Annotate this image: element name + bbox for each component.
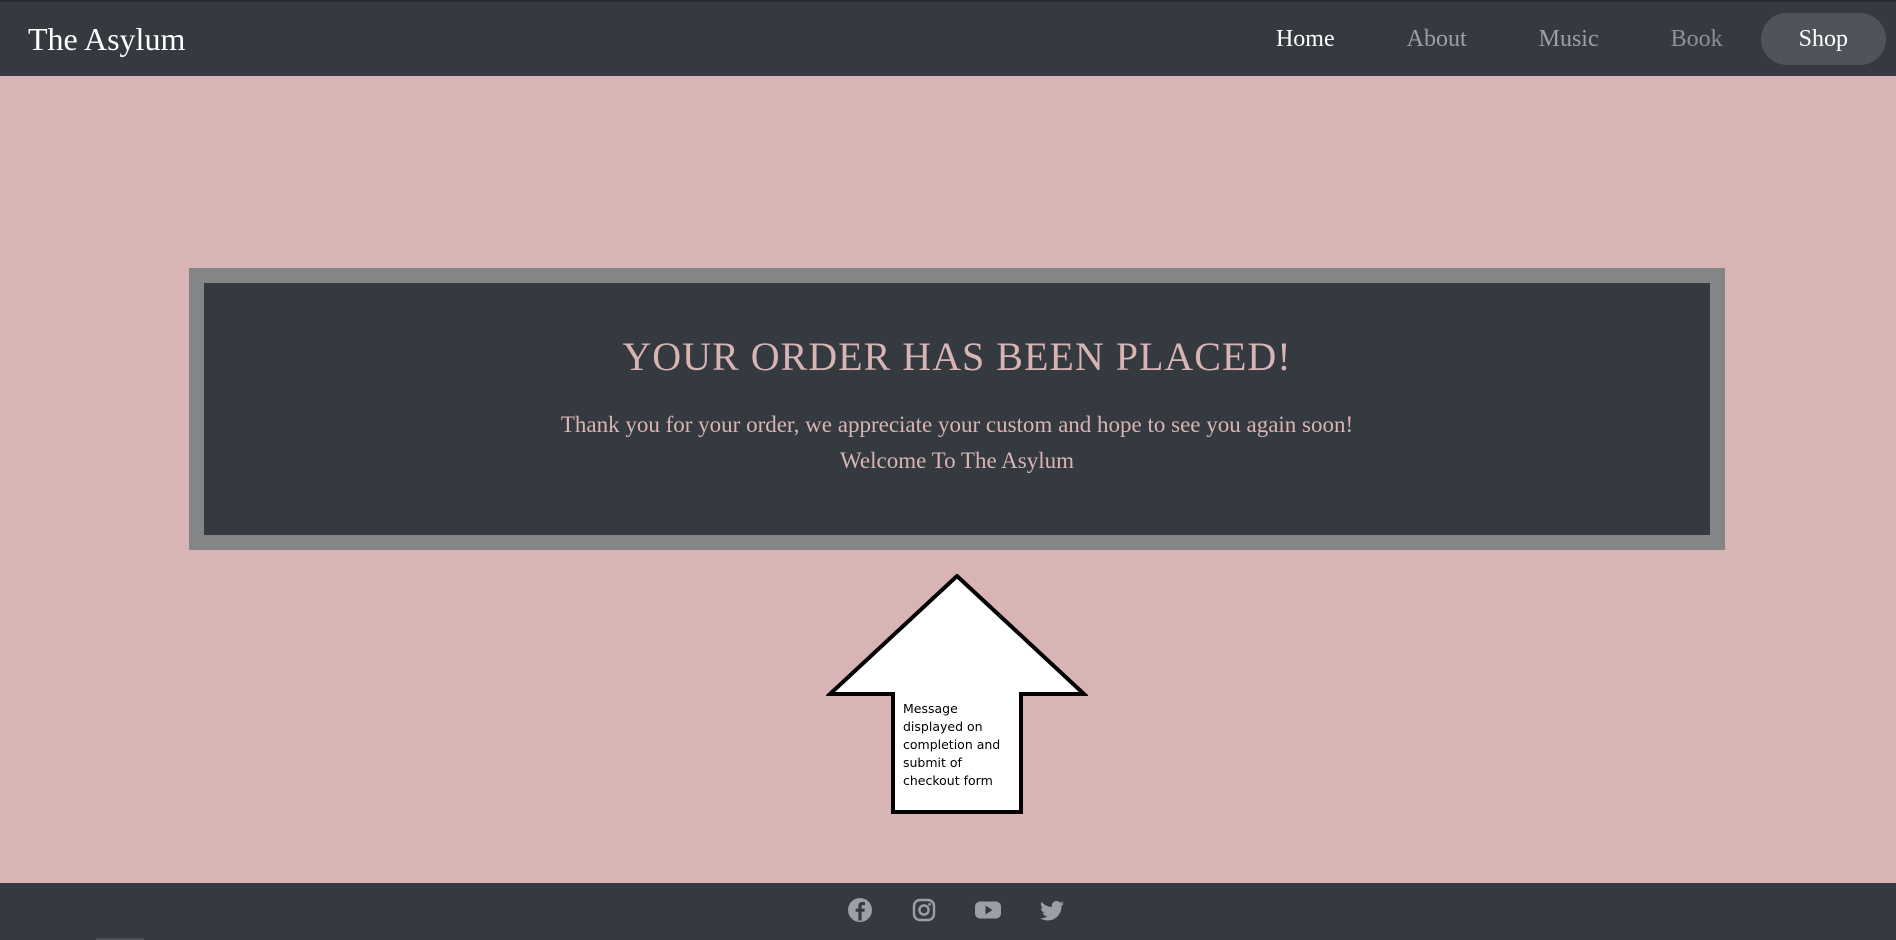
nav-link-shop[interactable]: Shop <box>1760 13 1886 65</box>
annotation-line-4: submit of <box>903 755 962 770</box>
nav-link-music[interactable]: Music <box>1503 13 1635 65</box>
social-links <box>845 895 1101 925</box>
order-confirmation-content: YOUR ORDER HAS BEEN PLACED! Thank you fo… <box>204 283 1710 535</box>
site-footer <box>0 883 1896 940</box>
nav-link-home[interactable]: Home <box>1240 13 1371 65</box>
order-confirmation-card: YOUR ORDER HAS BEEN PLACED! Thank you fo… <box>189 268 1725 550</box>
nav-link-about[interactable]: About <box>1371 13 1503 65</box>
youtube-icon[interactable] <box>973 895 1003 925</box>
annotation-note: Message displayed on completion and subm… <box>903 700 1013 790</box>
annotation-line-3: completion and <box>903 737 1001 752</box>
annotation-line-1: Message <box>903 701 958 716</box>
confirmation-message: Thank you for your order, we appreciate … <box>204 407 1710 479</box>
instagram-icon[interactable] <box>909 895 939 925</box>
annotation-line-5: checkout form <box>903 773 993 788</box>
facebook-icon[interactable] <box>845 895 875 925</box>
confirmation-title: YOUR ORDER HAS BEEN PLACED! <box>622 334 1292 379</box>
confirmation-message-line-2: Welcome To The Asylum <box>840 448 1074 473</box>
nav-link-book[interactable]: Book <box>1635 13 1759 65</box>
top-navbar: The Asylum Home About Music Book Shop <box>0 0 1896 76</box>
brand-logo-link[interactable]: The Asylum <box>28 20 185 58</box>
annotation-line-2: displayed on <box>903 719 983 734</box>
twitter-icon[interactable] <box>1037 895 1067 925</box>
nav-menu: Home About Music Book Shop <box>1240 13 1886 65</box>
confirmation-message-line-1: Thank you for your order, we appreciate … <box>560 412 1354 437</box>
